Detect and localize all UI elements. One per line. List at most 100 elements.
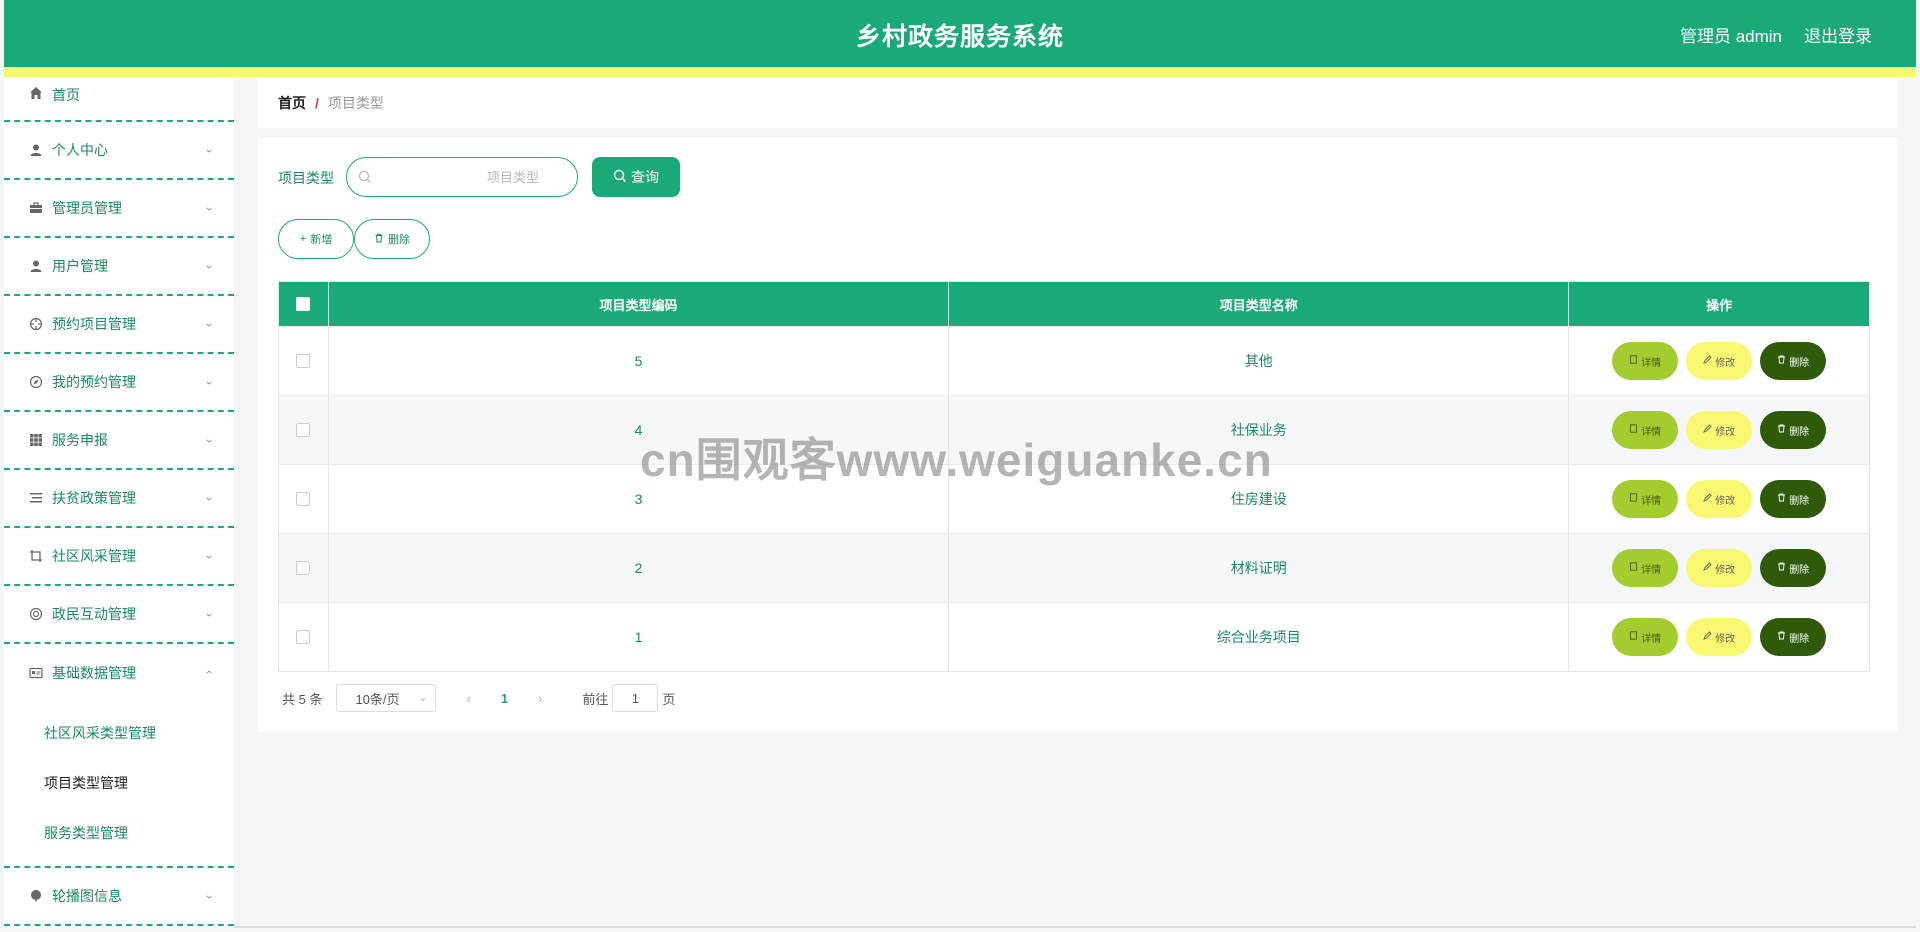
document-icon: [1629, 493, 1638, 505]
chevron-down-icon: ⌄: [418, 692, 428, 704]
sidebar-item-community-style[interactable]: 社区风采管理 ⌄: [4, 528, 234, 586]
sidebar-item-home[interactable]: 首页: [4, 77, 234, 122]
cell-code: 3: [329, 465, 950, 533]
sidebar-item-personal-center[interactable]: 个人中心 ⌄: [4, 122, 234, 180]
column-header-name: 项目类型名称: [949, 282, 1570, 326]
table-header: 项目类型编码 项目类型名称 操作: [279, 282, 1869, 326]
sidebar-item-my-appointments[interactable]: 我的预约管理 ⌄: [4, 354, 234, 412]
grid-icon: [28, 432, 44, 448]
table-row: 2 材料证明 详情 修改 删除: [279, 533, 1869, 602]
sidebar-item-appointment-project[interactable]: 预约项目管理 ⌄: [4, 296, 234, 354]
delete-button-label: 删除: [1789, 564, 1810, 576]
chevron-down-icon: ⌄: [203, 489, 214, 504]
submenu-item-service-type[interactable]: 服务类型管理: [4, 808, 234, 858]
page-number-1[interactable]: 1: [501, 691, 508, 706]
sidebar-item-label: 用户管理: [52, 258, 108, 274]
sidebar-item-label: 政民互动管理: [52, 606, 136, 622]
prev-page-button[interactable]: ‹: [466, 691, 470, 706]
detail-button[interactable]: 详情: [1612, 549, 1679, 587]
cell-name: 材料证明: [949, 534, 1570, 602]
goto-page-input[interactable]: [612, 684, 659, 712]
delete-button[interactable]: 删除: [1760, 480, 1827, 518]
detail-button[interactable]: 详情: [1612, 480, 1679, 518]
balloon-icon: [28, 888, 44, 904]
delete-button[interactable]: 删除: [1760, 549, 1827, 587]
add-button-label: 新增: [310, 234, 333, 246]
cell-name: 其他: [949, 327, 1570, 395]
delete-button[interactable]: 删除: [1760, 618, 1827, 656]
document-icon: [1629, 562, 1638, 574]
batch-delete-button[interactable]: 删除: [354, 219, 430, 259]
document-icon: [1629, 355, 1638, 367]
goto-label: 前往: [582, 691, 609, 707]
sidebar-item-basic-data[interactable]: 基础数据管理 ⌄: [4, 644, 234, 702]
cell-code: 5: [329, 327, 950, 395]
delete-button[interactable]: 删除: [1760, 342, 1827, 380]
pencil-icon: [1703, 562, 1712, 574]
search-input[interactable]: [347, 158, 577, 196]
search-icon: [358, 170, 372, 189]
edit-button-label: 修改: [1715, 426, 1736, 438]
select-all-cell: [279, 282, 329, 326]
sidebar-item-poverty-policy[interactable]: 扶贫政策管理 ⌄: [4, 470, 234, 528]
edit-button[interactable]: 修改: [1686, 618, 1753, 656]
detail-button[interactable]: 详情: [1612, 618, 1679, 656]
compass-icon: [28, 374, 44, 390]
detail-button-label: 详情: [1641, 564, 1662, 576]
trash-icon: [1777, 355, 1786, 367]
add-button[interactable]: + 新增: [278, 219, 354, 259]
table-row: 3 住房建设 详情 修改 删除: [279, 464, 1869, 533]
detail-button[interactable]: 详情: [1612, 342, 1679, 380]
project-type-table: 项目类型编码 项目类型名称 操作 5 其他 详情 修改 删除 4 社保业务 详情 修改 删除 3 住房…: [278, 281, 1870, 672]
delete-button-label: 删除: [1789, 426, 1810, 438]
cell-name: 住房建设: [949, 465, 1570, 533]
sidebar-item-interaction[interactable]: 政民互动管理 ⌄: [4, 586, 234, 644]
top-header: 乡村政务服务系统 管理员 admin 退出登录: [4, 0, 1916, 67]
chevron-down-icon: ⌄: [203, 373, 214, 388]
row-checkbox[interactable]: [296, 354, 311, 368]
edit-button[interactable]: 修改: [1686, 411, 1753, 449]
delete-button[interactable]: 删除: [1760, 411, 1827, 449]
logout-link[interactable]: 退出登录: [1804, 22, 1872, 47]
id-card-icon: [28, 665, 44, 681]
app-frame: 乡村政务服务系统 管理员 admin 退出登录 首页 个人中心 ⌄ 管理员管理 …: [4, 0, 1916, 928]
edit-button[interactable]: 修改: [1686, 342, 1753, 380]
basic-data-submenu: 社区风采类型管理 项目类型管理 服务类型管理: [4, 702, 234, 868]
cell-actions: 详情 修改 删除: [1569, 534, 1869, 602]
chevron-down-icon: ⌄: [203, 199, 214, 214]
next-page-button[interactable]: ›: [538, 691, 542, 706]
sidebar-item-carousel[interactable]: 轮播图信息 ⌄: [4, 868, 234, 926]
submenu-item-project-type[interactable]: 项目类型管理: [4, 758, 234, 808]
user-icon: [28, 258, 44, 274]
sidebar-item-label: 首页: [52, 87, 80, 103]
row-checkbox[interactable]: [296, 423, 311, 437]
search-label: 项目类型: [278, 170, 334, 186]
page-size-select[interactable]: 10条/页 ⌄: [336, 684, 437, 712]
select-all-checkbox[interactable]: [296, 297, 311, 311]
edit-button[interactable]: 修改: [1686, 549, 1753, 587]
header-stripe: [4, 67, 1916, 77]
sidebar-item-user-management[interactable]: 用户管理 ⌄: [4, 238, 234, 296]
list-icon: [28, 490, 44, 506]
edit-button[interactable]: 修改: [1686, 480, 1753, 518]
cell-actions: 详情 修改 删除: [1569, 327, 1869, 395]
row-checkbox[interactable]: [296, 492, 311, 506]
cell-actions: 详情 修改 删除: [1569, 396, 1869, 464]
delete-button-label: 删除: [388, 234, 410, 246]
row-checkbox[interactable]: [296, 630, 311, 644]
plus-icon: +: [299, 233, 307, 245]
row-select-cell: [279, 603, 329, 671]
chevron-down-icon: ⌄: [203, 605, 214, 620]
detail-button[interactable]: 详情: [1612, 411, 1679, 449]
main-content: 项目类型 查询 + 新增 删除 项目类型编码: [258, 138, 1898, 732]
sidebar-item-admin-management[interactable]: 管理员管理 ⌄: [4, 180, 234, 238]
edit-button-label: 修改: [1715, 357, 1736, 369]
row-checkbox[interactable]: [296, 561, 311, 575]
home-icon: [28, 85, 44, 101]
breadcrumb-home[interactable]: 首页: [278, 93, 306, 113]
cell-code: 1: [329, 603, 950, 671]
sidebar-item-label: 社区风采管理: [52, 548, 136, 564]
submenu-item-community-style-type[interactable]: 社区风采类型管理: [4, 708, 234, 758]
sidebar-item-service-declaration[interactable]: 服务申报 ⌄: [4, 412, 234, 470]
query-button[interactable]: 查询: [592, 157, 680, 197]
